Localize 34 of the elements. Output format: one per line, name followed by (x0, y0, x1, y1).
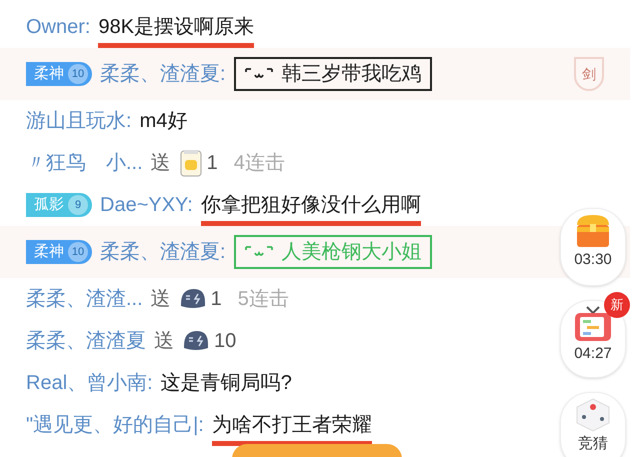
sender-name[interactable]: 柔柔、渣渣夏: (100, 237, 226, 267)
message-text: 为啥不打王者荣耀 (212, 414, 372, 436)
fan-badge: 孤影 9 (26, 193, 92, 217)
dice-icon (574, 397, 612, 433)
combo-count: 4连击 (234, 151, 285, 176)
gift-count: 1 (210, 287, 222, 312)
combo-count: 5连击 (238, 287, 289, 312)
gift-bag-icon (178, 148, 203, 178)
shield-icon: 剑 (574, 57, 604, 91)
sender-name[interactable]: 柔柔、渣渣夏: (100, 59, 226, 89)
sender-name[interactable]: 柔柔、渣渣夏 (26, 326, 146, 356)
gift-verb: 送 (150, 151, 171, 176)
sender-name[interactable]: 〃狂鸟 小... (26, 148, 143, 178)
fan-badge: 柔神 10 (26, 62, 92, 86)
sender-name[interactable]: Real、曾小南: (26, 368, 153, 398)
gift-count: 10 (214, 329, 236, 354)
gift-count: 1 (206, 151, 218, 176)
message-text: 你拿把狙好像没什么用啊 (200, 194, 421, 216)
sender-name[interactable]: Owner: (26, 12, 90, 42)
gift-verb: 送 (154, 329, 174, 354)
sender-name[interactable]: 柔柔、渣渣... (26, 284, 143, 314)
new-badge: 新 (604, 292, 630, 318)
side-button[interactable]: 竞猜 (560, 392, 626, 457)
gift-verb: 送 (150, 287, 171, 312)
sender-name[interactable]: "遇见更、好的自己|: (26, 410, 204, 440)
message-box: 韩三岁带我吃鸡 (234, 57, 432, 91)
message-text: 这是青铜局吗? (160, 372, 292, 394)
message-text: 98K是摆设啊原来 (98, 16, 254, 38)
sender-name[interactable]: Dae~YXY: (100, 190, 193, 220)
sender-name[interactable]: 游山且玩水: (26, 106, 132, 136)
side-button[interactable]: 03:30 (560, 208, 626, 286)
message-text: m4好 (140, 110, 188, 132)
message-box: 人美枪钢大小姐 (234, 235, 432, 269)
fan-badge: 柔神 10 (26, 240, 92, 264)
